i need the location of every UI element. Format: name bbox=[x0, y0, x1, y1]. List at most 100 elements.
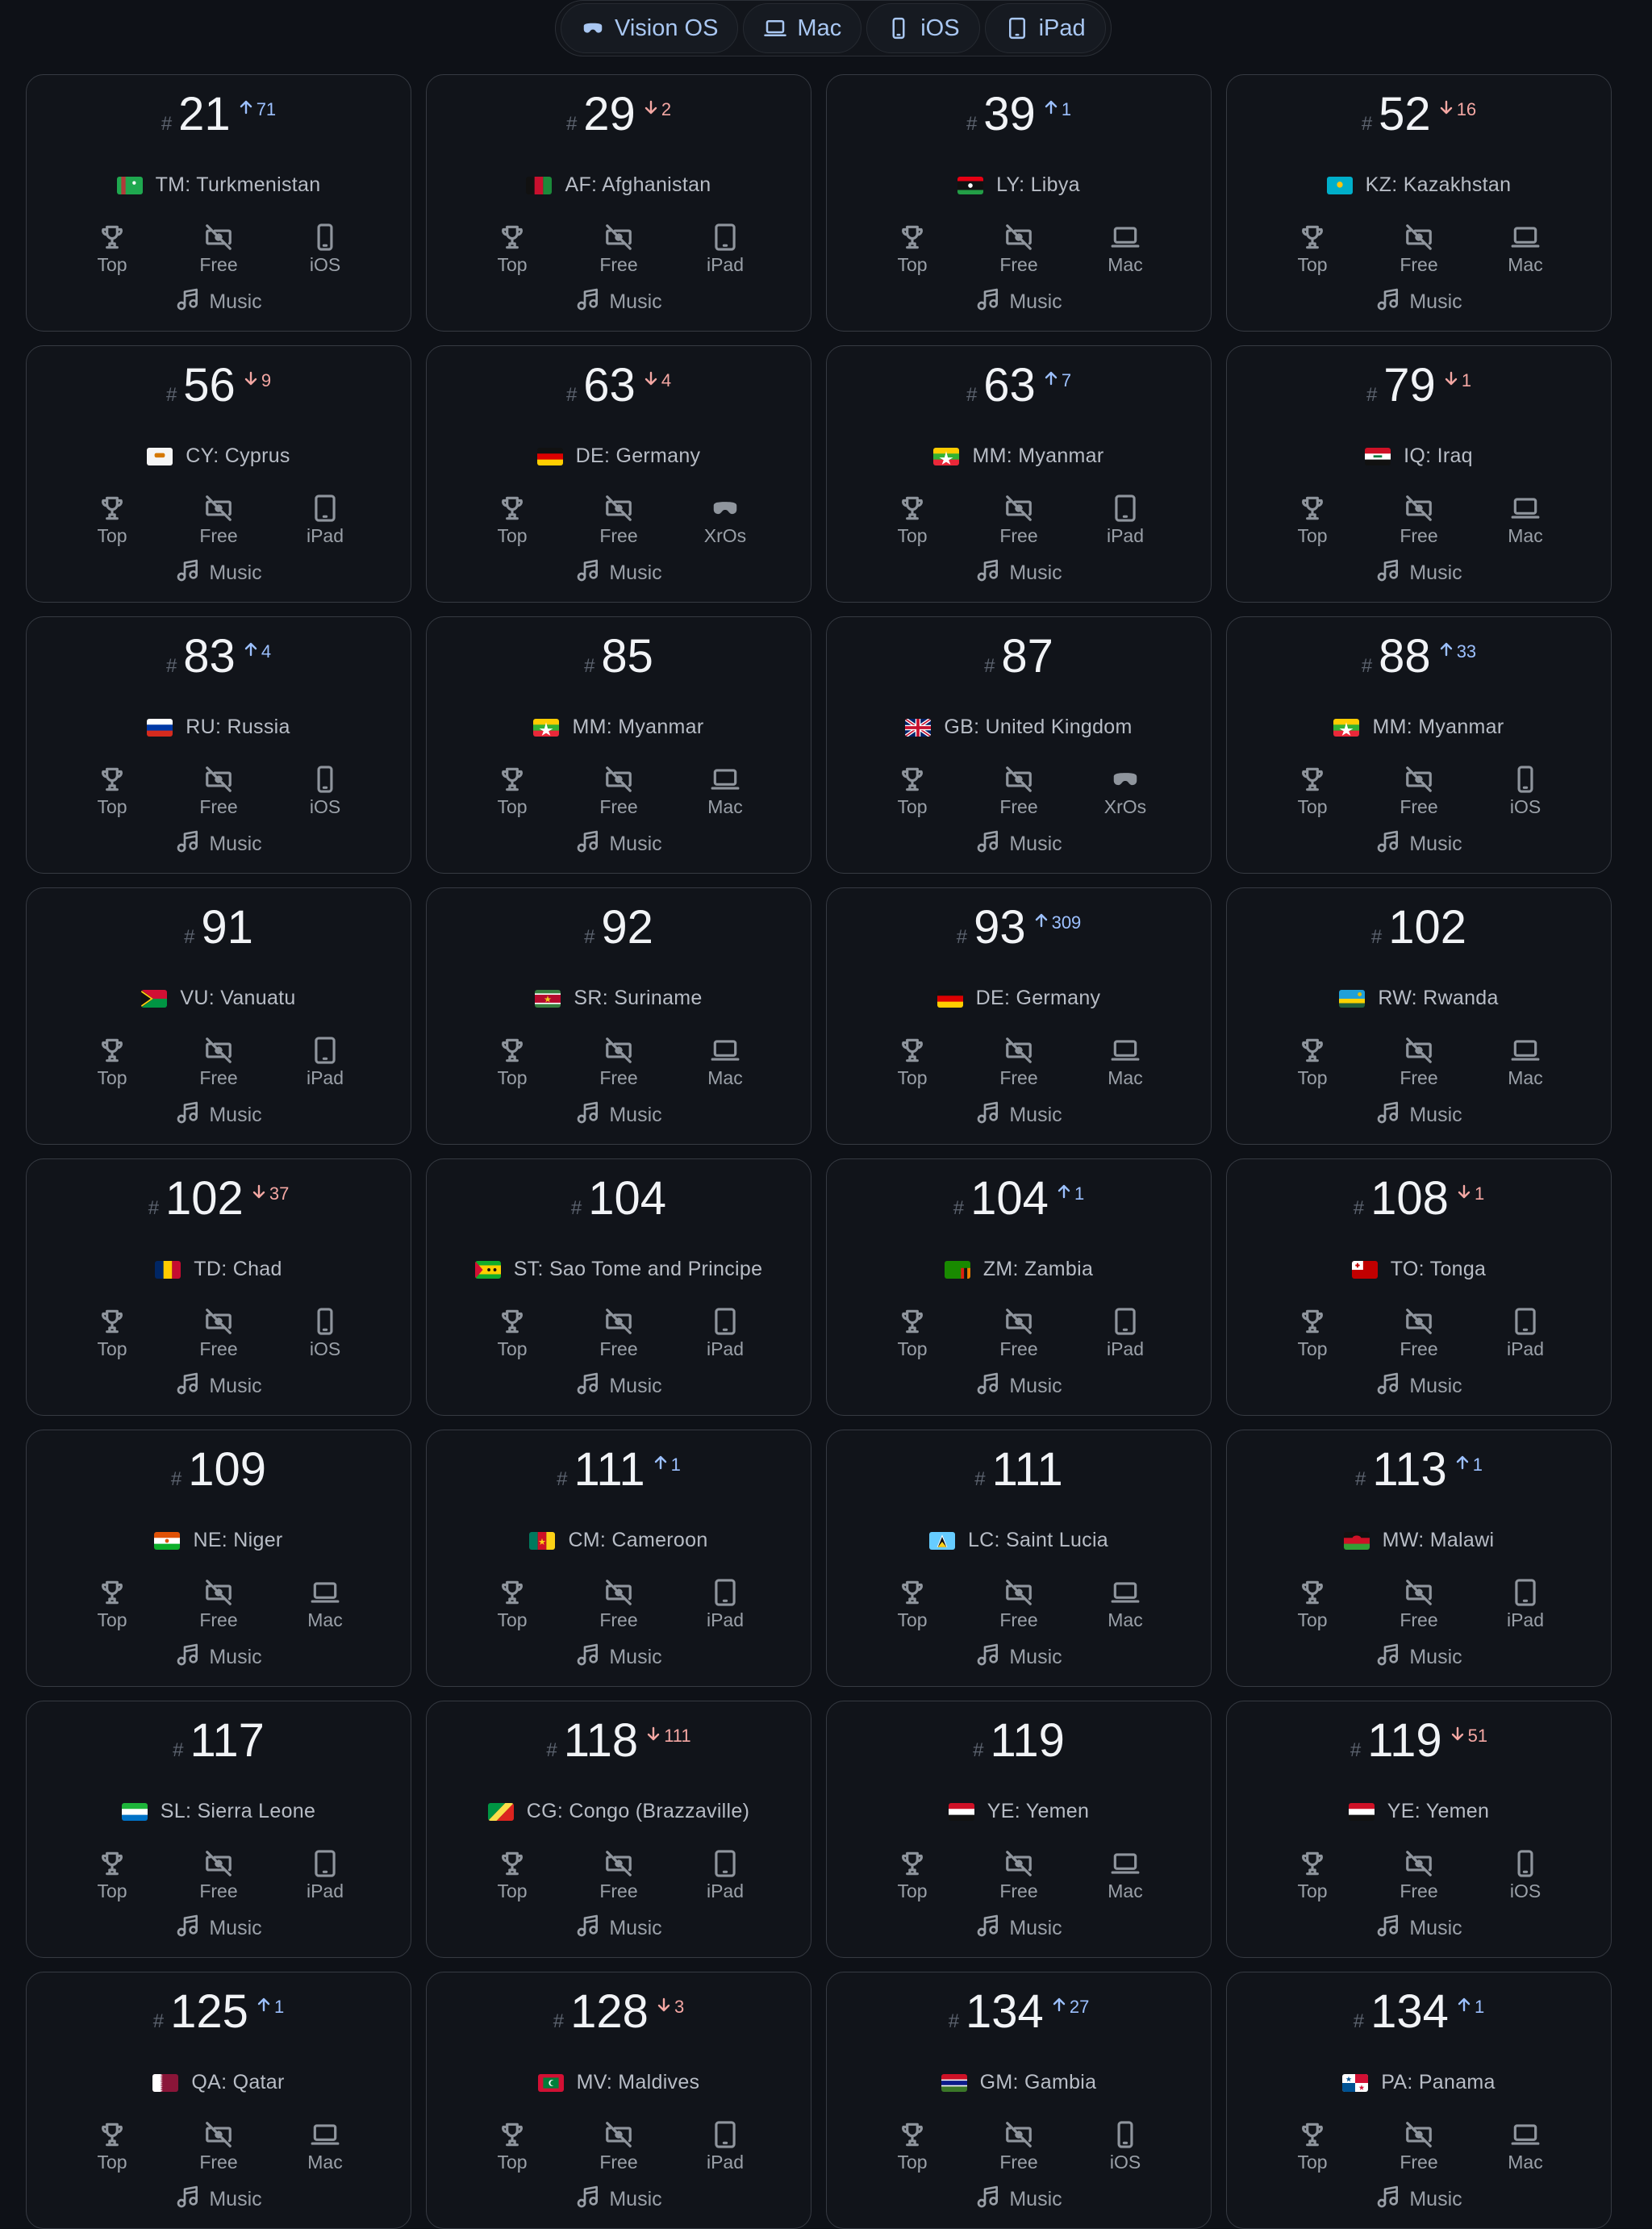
ranking-card[interactable]: #52 16 KZ: Kazakhstan Top Free Mac Music bbox=[1226, 74, 1612, 332]
genre-label: Music bbox=[1409, 2188, 1462, 2210]
ranking-card[interactable]: #88 33 MM: Myanmar Top Free iOS Music bbox=[1226, 616, 1612, 874]
ranking-card[interactable]: #104 ST: Sao Tome and Principe Top Free iPad… bbox=[426, 1158, 811, 1416]
chart-type: Top bbox=[459, 2119, 565, 2173]
ranking-card[interactable]: #29 2 AF: Afghanistan Top Free iPad Music bbox=[426, 74, 811, 332]
genre-label: Music bbox=[1009, 1646, 1062, 1668]
ranking-card[interactable]: #128 3 MV: Maldives Top Free iPad Music bbox=[426, 1972, 811, 2229]
ranking-card[interactable]: #83 4 RU: Russia Top Free iOS Music bbox=[26, 616, 411, 874]
country-row: DE: Germany bbox=[427, 445, 811, 468]
ranking-card[interactable]: #109 NE: Niger Top Free Mac Music bbox=[26, 1430, 411, 1687]
rank-hash: # bbox=[553, 2010, 565, 2032]
flag-tm-icon bbox=[116, 176, 143, 194]
country-row: TO: Tonga bbox=[1227, 1258, 1611, 1281]
tablet-icon bbox=[310, 1035, 340, 1066]
ranking-card[interactable]: #102 37 TD: Chad Top Free iOS Music bbox=[26, 1158, 411, 1416]
rank-change: 1 bbox=[1057, 1183, 1084, 1204]
rank-row: #128 3 bbox=[427, 1989, 811, 2045]
ranking-card[interactable]: #63 4 DE: Germany Top Free XrOs Music bbox=[426, 345, 811, 603]
ranking-card[interactable]: #85 MM: Myanmar Top Free Mac Music bbox=[426, 616, 811, 874]
device-label: Mac bbox=[1108, 1880, 1143, 1901]
ranking-card[interactable]: #134 1 PA: Panama Top Free Mac Music bbox=[1226, 1972, 1612, 2229]
flag-af-icon bbox=[526, 176, 553, 194]
music-icon bbox=[175, 1371, 201, 1402]
chart-type: Top bbox=[59, 2119, 165, 2173]
rank-row: #21 71 bbox=[27, 91, 411, 148]
trophy-icon bbox=[97, 493, 127, 524]
ranking-card[interactable]: #113 1 MW: Malawi Top Free iPad Music bbox=[1226, 1430, 1612, 1687]
country-name: DE: Germany bbox=[575, 445, 701, 467]
platform-button-ipad[interactable]: iPad bbox=[984, 3, 1106, 53]
trophy-icon bbox=[897, 1577, 928, 1608]
device-label: Mac bbox=[1108, 254, 1143, 275]
device-type: XrOs bbox=[672, 493, 778, 547]
flag-mm-icon bbox=[1333, 718, 1360, 737]
country-name: ZM: Zambia bbox=[982, 1258, 1094, 1280]
country-name: LY: Libya bbox=[996, 173, 1080, 196]
country-row: GB: United Kingdom bbox=[827, 716, 1211, 739]
country-row: KZ: Kazakhstan bbox=[1227, 173, 1611, 197]
genre-row: Music bbox=[427, 1913, 811, 1944]
price-type: Free bbox=[966, 222, 1072, 276]
flag-iq-icon bbox=[1365, 447, 1391, 465]
ranking-card[interactable]: #134 27 GM: Gambia Top Free iOS Music bbox=[826, 1972, 1212, 2229]
price-type-label: Free bbox=[999, 254, 1038, 275]
ranking-card[interactable]: #119 51 YE: Yemen Top Free iOS Music bbox=[1226, 1701, 1612, 1958]
platform-button-vision-os[interactable]: Vision OS bbox=[561, 3, 739, 53]
ranking-card[interactable]: #111 1 CM: Cameroon Top Free iPad Music bbox=[426, 1430, 811, 1687]
ranking-card[interactable]: #91 VU: Vanuatu Top Free iPad Music bbox=[26, 887, 411, 1145]
ranking-card[interactable]: #118 111 CG: Congo (Brazzaville) Top Free iPa… bbox=[426, 1701, 811, 1958]
price-type: Free bbox=[565, 493, 672, 547]
ranking-card[interactable]: #108 1 TO: Tonga Top Free iPad Music bbox=[1226, 1158, 1612, 1416]
chart-attributes: Top Free Mac bbox=[827, 1848, 1211, 1902]
trophy-icon bbox=[1297, 2119, 1328, 2150]
device-label: iPad bbox=[1506, 1609, 1545, 1630]
platform-button-ios[interactable]: iOS bbox=[866, 3, 980, 53]
price-type: Free bbox=[165, 764, 272, 818]
chart-type: Top bbox=[859, 1306, 966, 1360]
device-type: iPad bbox=[1072, 1306, 1179, 1360]
ranking-card[interactable]: #92 SR: Suriname Top Free Mac Music bbox=[426, 887, 811, 1145]
arrow-down-icon bbox=[646, 1726, 661, 1747]
flag-qa-icon bbox=[152, 2073, 179, 2092]
chart-type: Top bbox=[1259, 2119, 1366, 2173]
platform-button-mac[interactable]: Mac bbox=[743, 3, 862, 53]
rank-number: 125 bbox=[170, 1985, 248, 2038]
ranking-card[interactable]: #39 1 LY: Libya Top Free Mac Music bbox=[826, 74, 1212, 332]
laptop-icon bbox=[1510, 493, 1541, 524]
ranking-card[interactable]: #117 SL: Sierra Leone Top Free iPad Music bbox=[26, 1701, 411, 1958]
platform-label: iPad bbox=[1038, 15, 1086, 41]
rank-change-value: 1 bbox=[1474, 1997, 1485, 2017]
rank-row: #117 bbox=[27, 1718, 411, 1774]
device-type: Mac bbox=[1072, 1577, 1179, 1631]
rank-row: #109 bbox=[27, 1446, 411, 1503]
country-name: CY: Cyprus bbox=[186, 445, 290, 467]
ranking-card[interactable]: #87 GB: United Kingdom Top Free XrOs Music bbox=[826, 616, 1212, 874]
arrow-down-icon bbox=[1450, 1726, 1465, 1747]
ranking-card[interactable]: #102 RW: Rwanda Top Free Mac Music bbox=[1226, 887, 1612, 1145]
genre-row: Music bbox=[827, 829, 1211, 860]
free-off-icon bbox=[1404, 222, 1434, 253]
country-row: MM: Myanmar bbox=[427, 716, 811, 739]
ranking-card[interactable]: #21 71 TM: Turkmenistan Top Free iOS Music bbox=[26, 74, 411, 332]
ranking-card[interactable]: #104 1 ZM: Zambia Top Free iPad Music bbox=[826, 1158, 1212, 1416]
ranking-card[interactable]: #79 1 IQ: Iraq Top Free Mac Music bbox=[1226, 345, 1612, 603]
ranking-card[interactable]: #63 7 MM: Myanmar Top Free iPad Music bbox=[826, 345, 1212, 603]
music-icon bbox=[575, 1100, 601, 1131]
ranking-card[interactable]: #93 309 DE: Germany Top Free Mac Music bbox=[826, 887, 1212, 1145]
device-label: iPad bbox=[706, 1609, 745, 1630]
ranking-card[interactable]: #119 YE: Yemen Top Free Mac Music bbox=[826, 1701, 1212, 1958]
device-type: iOS bbox=[272, 764, 378, 818]
rank-change-value: 3 bbox=[674, 1997, 685, 2017]
rank-change: 7 bbox=[1044, 370, 1071, 391]
ranking-card[interactable]: #56 9 CY: Cyprus Top Free iPad Music bbox=[26, 345, 411, 603]
genre-row: Music bbox=[827, 286, 1211, 318]
ranking-card[interactable]: #111 LC: Saint Lucia Top Free Mac Music bbox=[826, 1430, 1212, 1687]
trophy-icon bbox=[897, 1848, 928, 1879]
arrow-up-icon bbox=[1455, 1455, 1470, 1476]
ranking-card[interactable]: #125 1 QA: Qatar Top Free Mac Music bbox=[26, 1972, 411, 2229]
country-name: IQ: Iraq bbox=[1404, 445, 1473, 467]
rank-change-value: 9 bbox=[261, 370, 272, 390]
rank-hash: # bbox=[974, 1468, 986, 1490]
rank-row: #134 1 bbox=[1227, 1989, 1611, 2045]
genre-label: Music bbox=[609, 561, 662, 584]
